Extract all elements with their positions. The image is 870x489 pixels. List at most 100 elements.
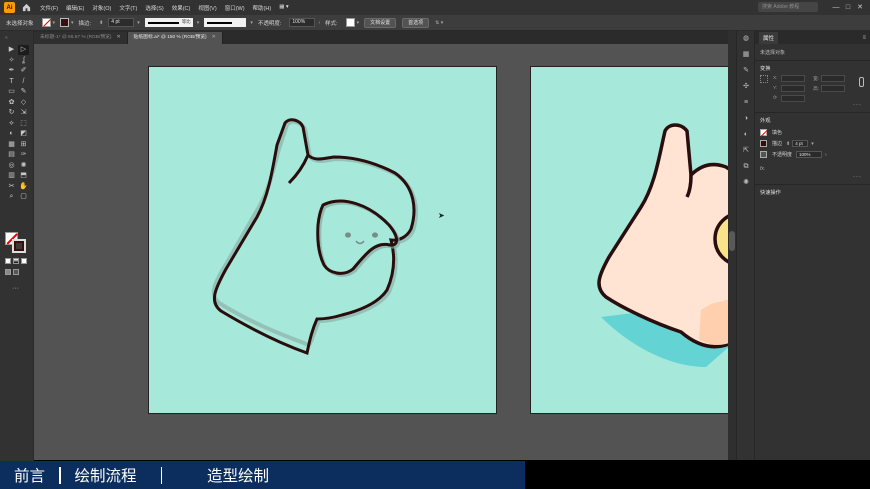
appearance-panel-icon[interactable]: ✺ — [737, 175, 755, 191]
chevron-down-icon[interactable]: ▾ — [357, 20, 360, 26]
rotate-field[interactable] — [781, 94, 805, 102]
constrain-proportions-icon[interactable] — [859, 77, 864, 87]
reference-point-icon[interactable] — [760, 75, 768, 83]
brushes-panel-icon[interactable]: ✎ — [737, 63, 755, 79]
workspace-switcher-icon[interactable]: ▦ ▾ — [279, 4, 289, 12]
chevron-down-icon[interactable]: ▾ — [137, 20, 140, 26]
hand-tool-icon[interactable]: ✋ — [18, 182, 29, 192]
menu-type[interactable]: 文字(T) — [119, 4, 137, 12]
paintbrush-tool-icon[interactable]: ✎ — [18, 87, 29, 97]
zoom-tool-icon[interactable]: ⌕ — [6, 192, 17, 202]
lasso-tool-icon[interactable]: ʆ — [18, 56, 29, 66]
slice-tool-icon[interactable]: ✂ — [6, 182, 17, 192]
type-tool-icon[interactable]: T — [6, 77, 17, 87]
stroke-swatch[interactable] — [60, 18, 70, 27]
layers-panel-icon[interactable]: ⧉ — [737, 159, 755, 175]
preferences-button[interactable]: 首选项 — [402, 17, 430, 28]
y-field[interactable] — [781, 84, 805, 92]
print-tiling-tool-icon[interactable]: ▢ — [18, 192, 29, 202]
selection-tool-icon[interactable]: ▶ — [6, 45, 17, 55]
tab-properties[interactable]: 属性 — [759, 31, 779, 44]
scrollbar-thumb[interactable] — [729, 231, 735, 251]
fx-button[interactable]: fx. — [760, 166, 765, 172]
stroke-color-box[interactable] — [12, 239, 26, 253]
menu-object[interactable]: 对象(O) — [92, 4, 111, 12]
pen-tool-icon[interactable]: ✒ — [6, 66, 17, 76]
artboard-main[interactable] — [148, 66, 497, 414]
opacity-field[interactable]: 100% — [289, 18, 316, 27]
stroke-swatch[interactable] — [760, 140, 767, 147]
shaper-tool-icon[interactable]: ✿ — [6, 98, 17, 108]
close-icon[interactable]: ✕ — [117, 35, 121, 40]
free-transform-tool-icon[interactable]: ⬚ — [18, 119, 29, 129]
stroke-weight-field[interactable]: 4 pt — [792, 140, 809, 147]
close-button[interactable]: ✕ — [854, 3, 866, 11]
menu-effect[interactable]: 效果(C) — [172, 4, 191, 12]
chevron-right-icon[interactable]: › — [318, 20, 320, 26]
gradient-panel-icon[interactable]: ◑ — [737, 111, 755, 127]
export-icon[interactable]: ⇱ — [737, 143, 755, 159]
live-paint-tool-icon[interactable]: ◩ — [18, 129, 29, 139]
close-icon[interactable]: ✕ — [212, 35, 216, 40]
chevron-down-icon[interactable]: ▾ — [53, 20, 56, 26]
shape-builder-tool-icon[interactable]: ◐ — [6, 129, 17, 139]
arrange-icon[interactable]: ⇅ ▾ — [435, 20, 443, 26]
fill-swatch[interactable] — [760, 129, 767, 136]
tab-sticker-icons[interactable]: 贴纸图标.ai* @ 150 % (RGB/预览) ✕ — [127, 32, 223, 44]
eyedropper-tool-icon[interactable]: ✑ — [18, 150, 29, 160]
line-tool-icon[interactable]: / — [18, 77, 29, 87]
menu-window[interactable]: 窗口(W) — [225, 4, 245, 12]
document-setup-button[interactable]: 文档设置 — [364, 17, 397, 28]
home-icon[interactable] — [21, 3, 31, 13]
color-panel-icon[interactable]: ◍ — [737, 31, 755, 47]
chevron-down-icon[interactable]: ▾ — [250, 20, 253, 26]
graphic-style-swatch[interactable] — [345, 18, 355, 27]
chevron-down-icon[interactable]: ▾ — [811, 141, 814, 147]
canvas[interactable]: ➤ — [34, 44, 728, 460]
menu-help[interactable]: 帮助(H) — [253, 4, 272, 12]
eraser-tool-icon[interactable]: ◇ — [18, 98, 29, 108]
perspective-tool-icon[interactable]: ▦ — [6, 140, 17, 150]
width-field[interactable] — [821, 74, 845, 82]
rotate-tool-icon[interactable]: ↻ — [6, 108, 17, 118]
stroke-panel-icon[interactable]: ≡ — [737, 95, 755, 111]
curvature-tool-icon[interactable]: ✐ — [18, 66, 29, 76]
opacity-field[interactable]: 100% — [796, 151, 823, 158]
more-options-icon[interactable]: ··· — [755, 174, 870, 180]
gradient-tool-icon[interactable]: ▤ — [6, 150, 17, 160]
direct-selection-tool-icon[interactable]: ▷ — [18, 45, 29, 55]
menu-view[interactable]: 视图(V) — [198, 4, 216, 12]
menu-edit[interactable]: 编辑(E) — [66, 4, 84, 12]
column-graph-tool-icon[interactable]: ▥ — [6, 171, 17, 181]
stepper-icon[interactable]: ⬍ — [99, 20, 103, 26]
scale-tool-icon[interactable]: ⇲ — [18, 108, 29, 118]
blend-tool-icon[interactable]: ◎ — [6, 161, 17, 171]
artboard-colored[interactable] — [530, 66, 728, 414]
rectangle-tool-icon[interactable]: ▭ — [6, 87, 17, 97]
x-field[interactable] — [781, 74, 805, 82]
draw-normal-icon[interactable] — [5, 269, 11, 275]
chevron-right-icon[interactable]: › — [825, 152, 827, 158]
screen-mode-icon[interactable] — [13, 269, 19, 275]
magic-wand-tool-icon[interactable]: ✧ — [6, 56, 17, 66]
none-button[interactable] — [21, 258, 27, 264]
swatches-panel-icon[interactable]: ▦ — [737, 47, 755, 63]
stroke-weight-field[interactable]: 4 pt — [108, 18, 135, 27]
transparency-panel-icon[interactable]: ◐ — [737, 127, 755, 143]
minimize-button[interactable]: — — [830, 4, 842, 11]
variable-width-profile[interactable]: 等比 — [144, 18, 193, 27]
mesh-tool-icon[interactable]: ⊞ — [18, 140, 29, 150]
fill-swatch[interactable] — [41, 18, 51, 27]
width-tool-icon[interactable]: ⟡ — [6, 119, 17, 129]
chevron-down-icon[interactable]: ▾ — [71, 20, 74, 26]
artboard-tool-icon[interactable]: ⬒ — [18, 171, 29, 181]
collapse-icon[interactable]: « — [5, 35, 8, 41]
edit-toolbar-icon[interactable]: ··· — [12, 285, 19, 292]
tab-untitled[interactable]: 未标题-1* @ 66.67 % (RGB/预览) ✕ — [34, 32, 128, 44]
chevron-down-icon[interactable]: ▾ — [197, 20, 200, 26]
height-field[interactable] — [821, 84, 845, 92]
maximize-button[interactable]: □ — [842, 4, 854, 11]
stepper-icon[interactable]: ⬍ — [786, 141, 790, 147]
symbol-sprayer-tool-icon[interactable]: ✺ — [18, 161, 29, 171]
panel-menu-icon[interactable]: ≡ — [862, 35, 866, 41]
